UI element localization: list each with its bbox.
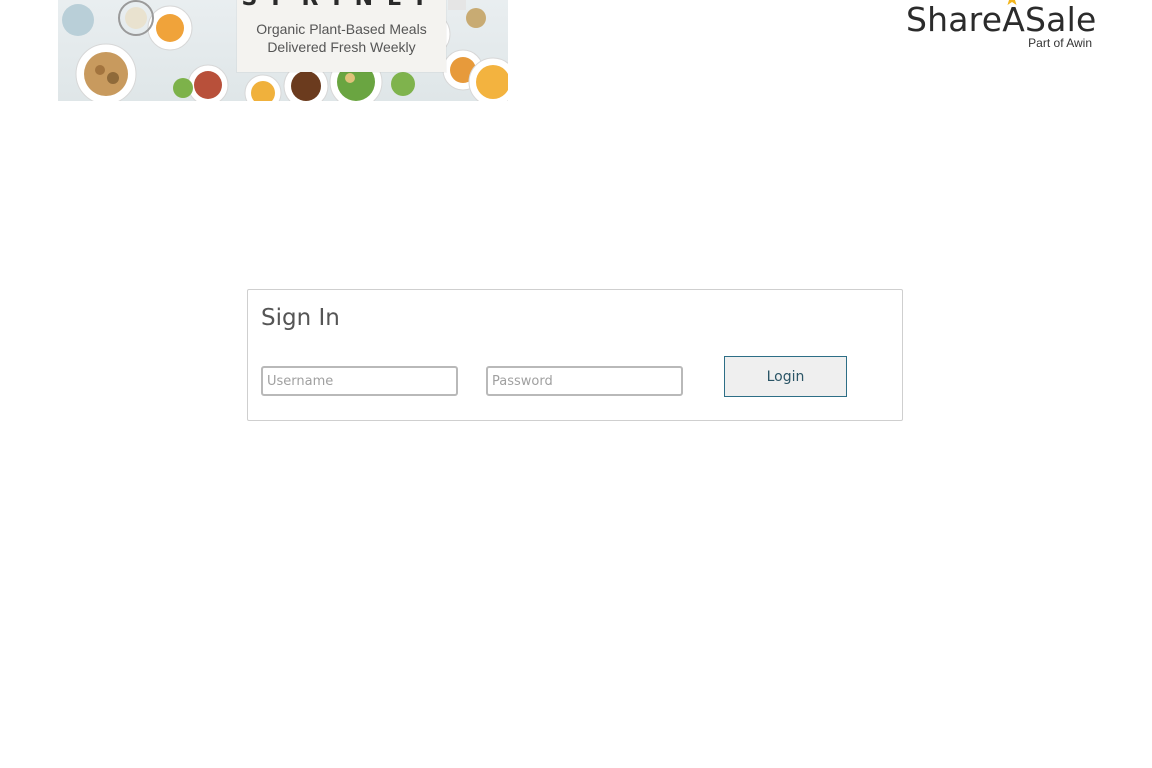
banner-tagline-2: Delivered Fresh Weekly xyxy=(267,39,416,55)
shareasale-logo[interactable]: ShareASale Part of Awin xyxy=(904,0,1096,58)
password-input[interactable] xyxy=(486,366,683,396)
username-input[interactable] xyxy=(261,366,458,396)
logo-name: ShareASale xyxy=(906,0,1097,39)
sprinly-banner[interactable]: SPRINLY Organic Plant-Based Meals Delive… xyxy=(58,0,508,101)
logo-subtitle: Part of Awin xyxy=(1028,36,1092,50)
sign-in-panel: Sign In Login xyxy=(247,289,903,421)
banner-text-card: SPRINLY Organic Plant-Based Meals Delive… xyxy=(237,0,446,72)
banner-brand: SPRINLY xyxy=(237,0,446,11)
login-button[interactable]: Login xyxy=(724,356,847,397)
sign-in-title: Sign In xyxy=(261,305,340,331)
page: SPRINLY Organic Plant-Based Meals Delive… xyxy=(0,0,1152,768)
banner-tagline-1: Organic Plant-Based Meals xyxy=(256,21,427,37)
